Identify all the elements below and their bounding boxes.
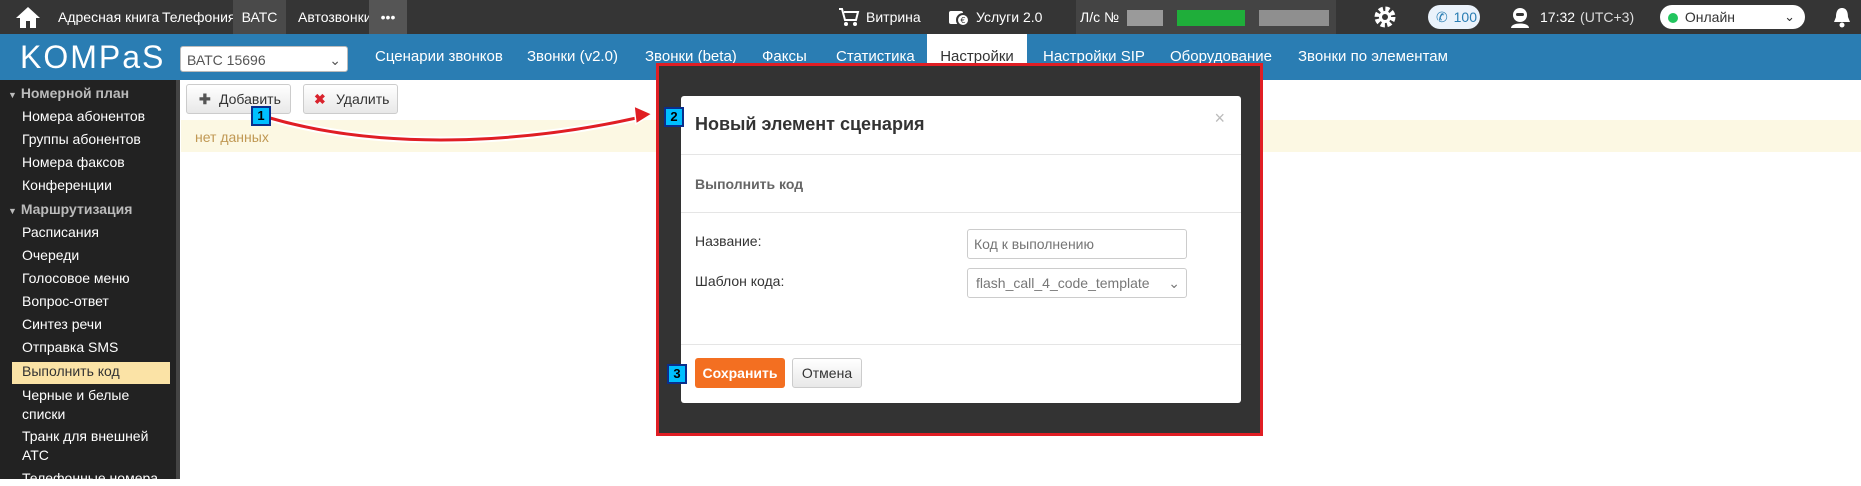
step-marker-3: 3 — [667, 364, 687, 384]
annotation-arrow-head — [633, 104, 654, 126]
step-marker-2: 2 — [664, 107, 684, 127]
step-marker-1: 1 — [251, 106, 271, 126]
annotation-arrow-layer — [269, 104, 654, 144]
